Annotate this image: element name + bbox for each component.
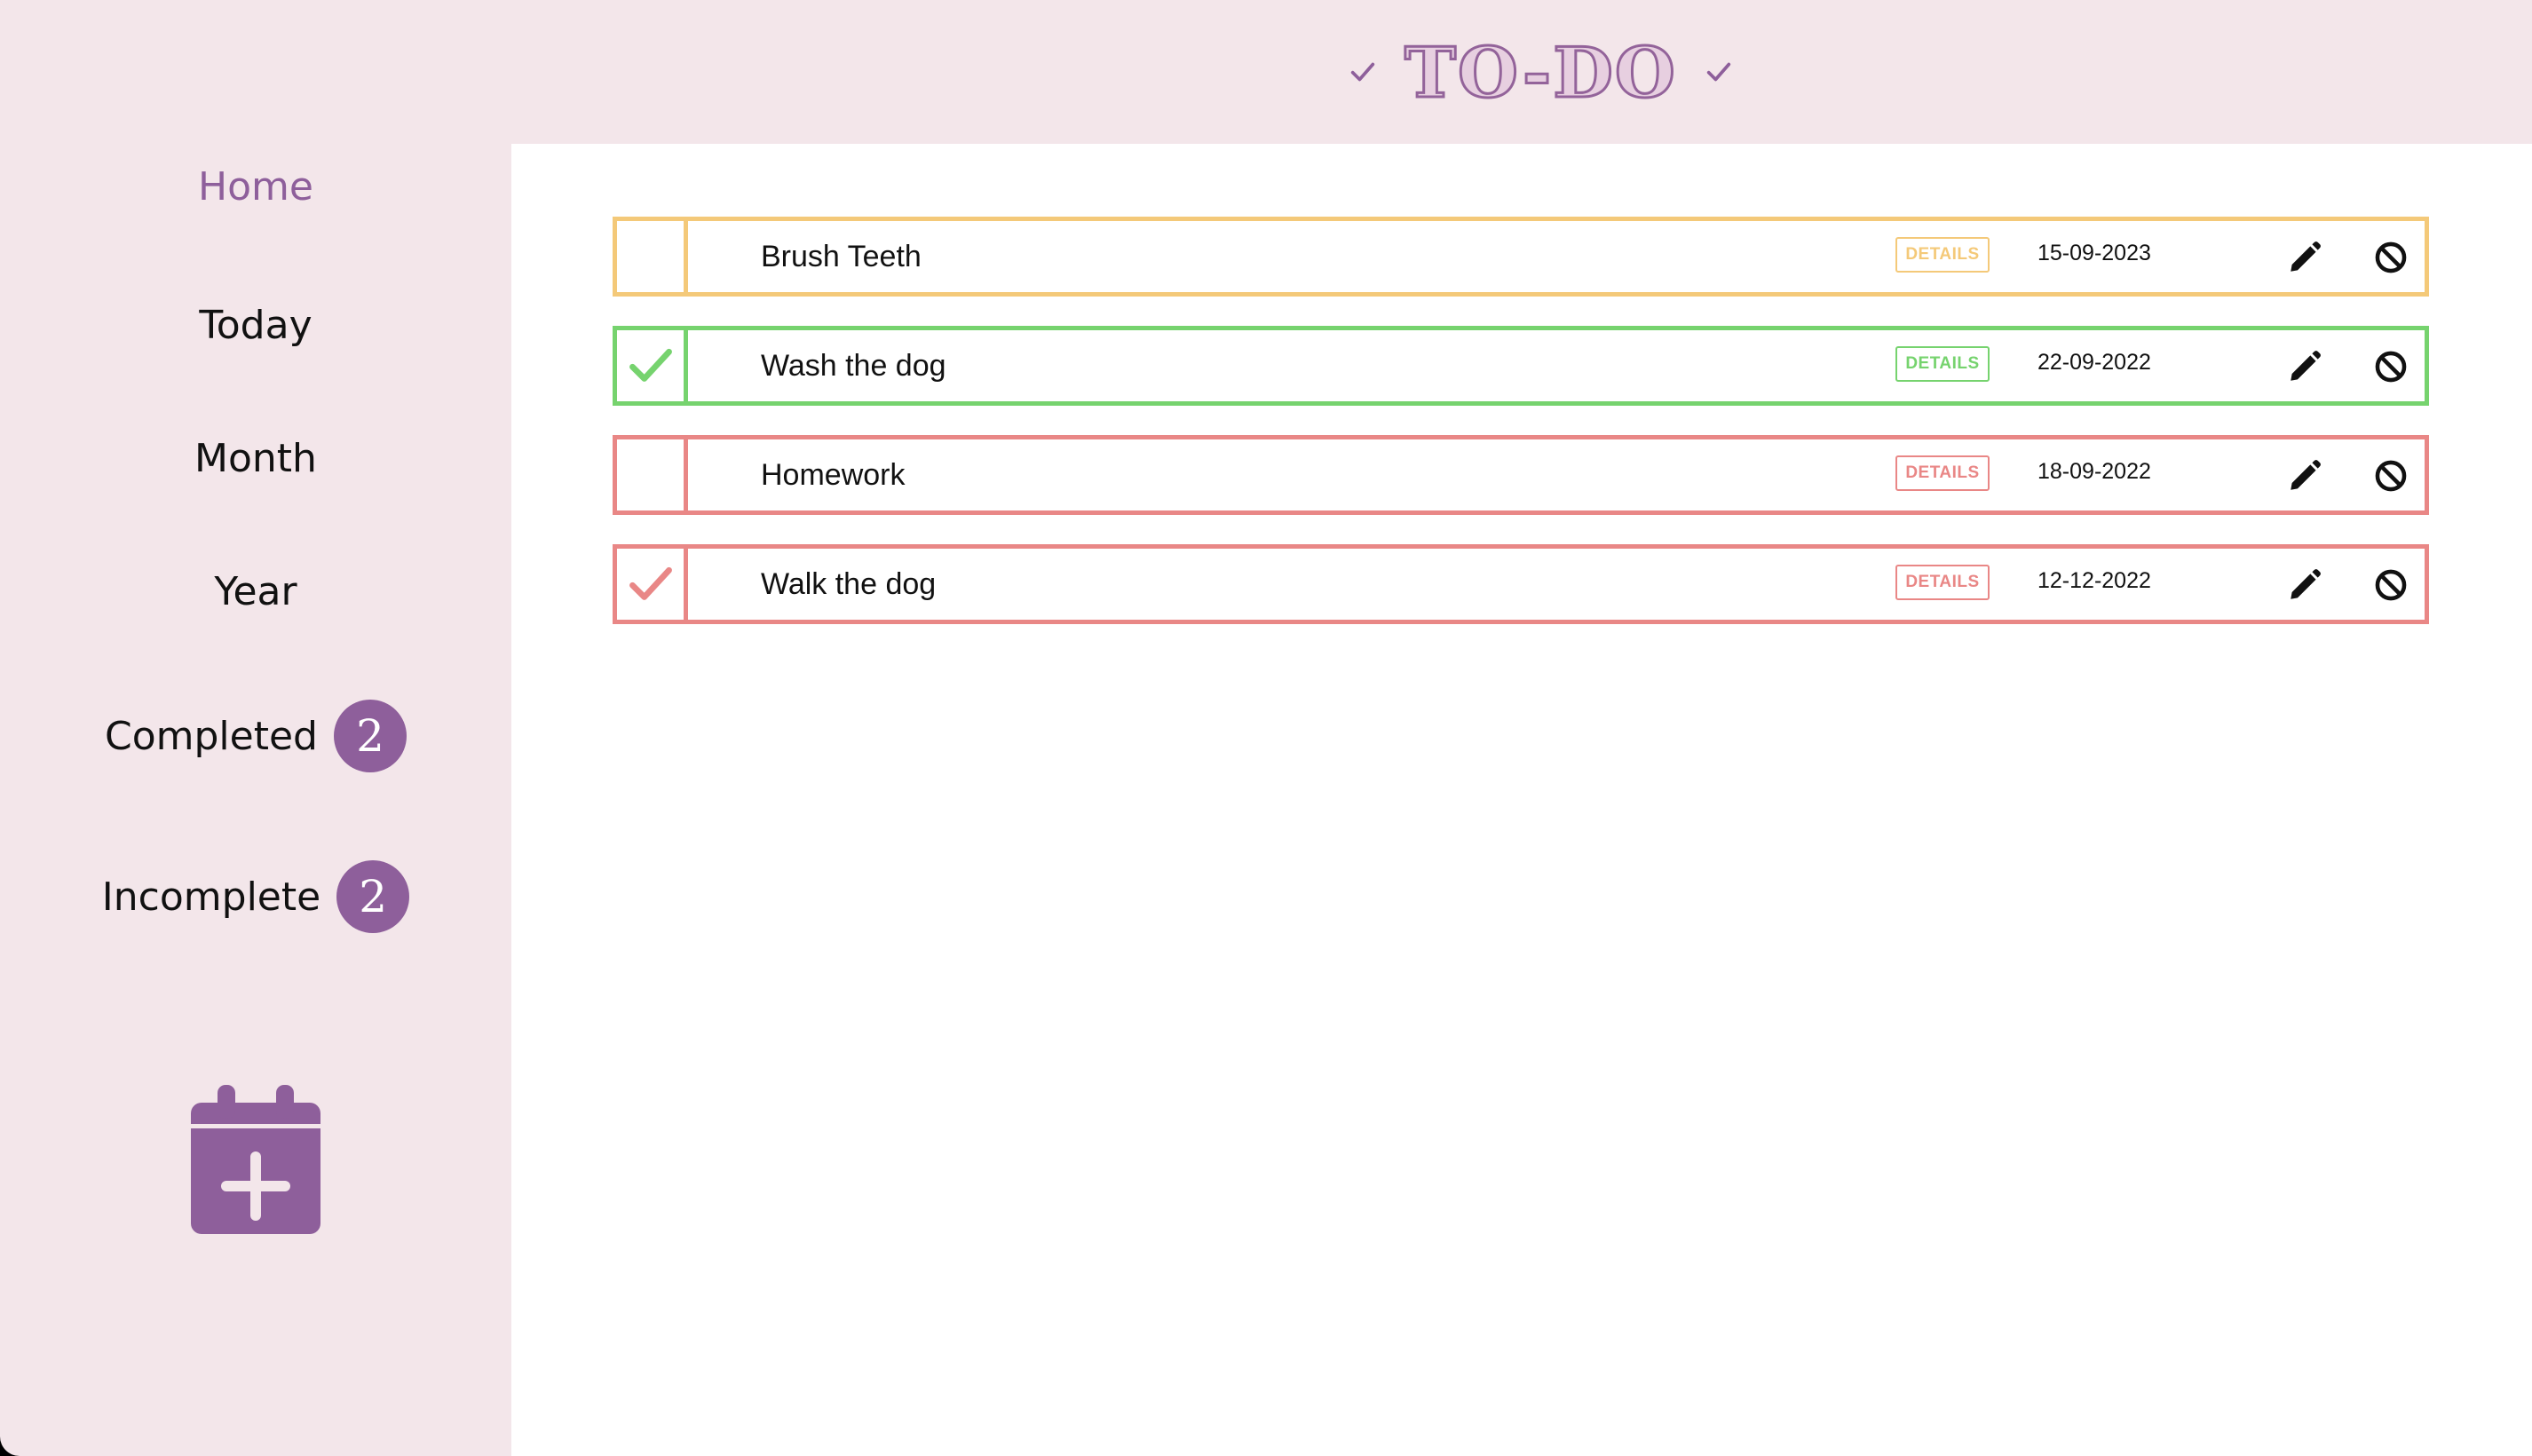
app-title-group: TO-DO (1348, 23, 1734, 121)
task-date: 12-12-2022 (2037, 568, 2151, 593)
edit-button[interactable] (2286, 457, 2323, 495)
calendar-plus-icon[interactable] (191, 1085, 320, 1234)
header: TO-DO (0, 0, 2532, 144)
delete-button[interactable] (2372, 457, 2409, 495)
pencil-icon (2291, 569, 2321, 599)
task-checkbox[interactable] (617, 330, 688, 401)
sidebar-item-label: Completed (105, 713, 318, 759)
task-checkbox[interactable] (617, 439, 688, 510)
edit-button[interactable] (2286, 239, 2323, 276)
task-row: Homework DETAILS 18-09-2022 (613, 435, 2429, 515)
task-title: Wash the dog (761, 348, 946, 383)
pencil-icon (2291, 460, 2321, 490)
app-window: TO-DO Home Today Month Year Completed 2 … (0, 0, 2532, 1456)
task-date: 22-09-2022 (2037, 350, 2151, 375)
delete-button[interactable] (2372, 348, 2409, 385)
check-icon (1350, 62, 1375, 82)
task-row: Wash the dog DETAILS 22-09-2022 (613, 326, 2429, 406)
task-row: Walk the dog DETAILS 12-12-2022 (613, 544, 2429, 624)
pencil-icon (2291, 351, 2321, 381)
sidebar: Home Today Month Year Completed 2 Incomp… (0, 144, 511, 1456)
checkmark-icon (629, 348, 672, 382)
sidebar-item-completed[interactable]: Completed 2 (0, 692, 511, 780)
task-checkbox[interactable] (617, 221, 688, 292)
ban-icon (2375, 241, 2407, 273)
task-row: Brush Teeth DETAILS 15-09-2023 (613, 217, 2429, 297)
sidebar-item-label: Month (194, 435, 317, 481)
app-title: TO-DO (1404, 33, 1677, 114)
edit-button[interactable] (2286, 348, 2323, 385)
task-date: 18-09-2022 (2037, 459, 2151, 484)
details-button[interactable]: DETAILS (1895, 237, 1990, 273)
sidebar-item-incomplete[interactable]: Incomplete 2 (0, 852, 511, 941)
ban-icon (2375, 351, 2407, 383)
sidebar-item-month[interactable]: Month (0, 421, 511, 495)
sidebar-item-year[interactable]: Year (0, 554, 511, 629)
ban-icon (2375, 460, 2407, 492)
sidebar-item-today[interactable]: Today (0, 288, 511, 362)
delete-button[interactable] (2372, 239, 2409, 276)
count-badge: 2 (336, 860, 410, 933)
edit-button[interactable] (2286, 566, 2323, 604)
delete-button[interactable] (2372, 566, 2409, 604)
task-list-panel: Brush Teeth DETAILS 15-09-2023 Wash the … (511, 144, 2532, 1456)
task-checkbox[interactable] (617, 549, 688, 620)
sidebar-item-label: Incomplete (101, 874, 321, 920)
check-icon (1706, 62, 1730, 82)
count-badge: 2 (333, 700, 407, 772)
task-title: Walk the dog (761, 566, 937, 601)
details-button[interactable]: DETAILS (1895, 565, 1990, 600)
task-date: 15-09-2023 (2037, 241, 2151, 265)
details-button[interactable]: DETAILS (1895, 455, 1990, 491)
task-title: Homework (761, 457, 906, 492)
sidebar-item-label: Home (198, 163, 313, 210)
sidebar-item-label: Today (199, 302, 313, 348)
details-button[interactable]: DETAILS (1895, 346, 1990, 382)
checkmark-icon (629, 566, 672, 600)
sidebar-item-home[interactable]: Home (0, 149, 511, 224)
task-title: Brush Teeth (761, 239, 922, 273)
ban-icon (2375, 569, 2407, 601)
sidebar-item-label: Year (214, 568, 297, 614)
pencil-icon (2291, 241, 2321, 272)
